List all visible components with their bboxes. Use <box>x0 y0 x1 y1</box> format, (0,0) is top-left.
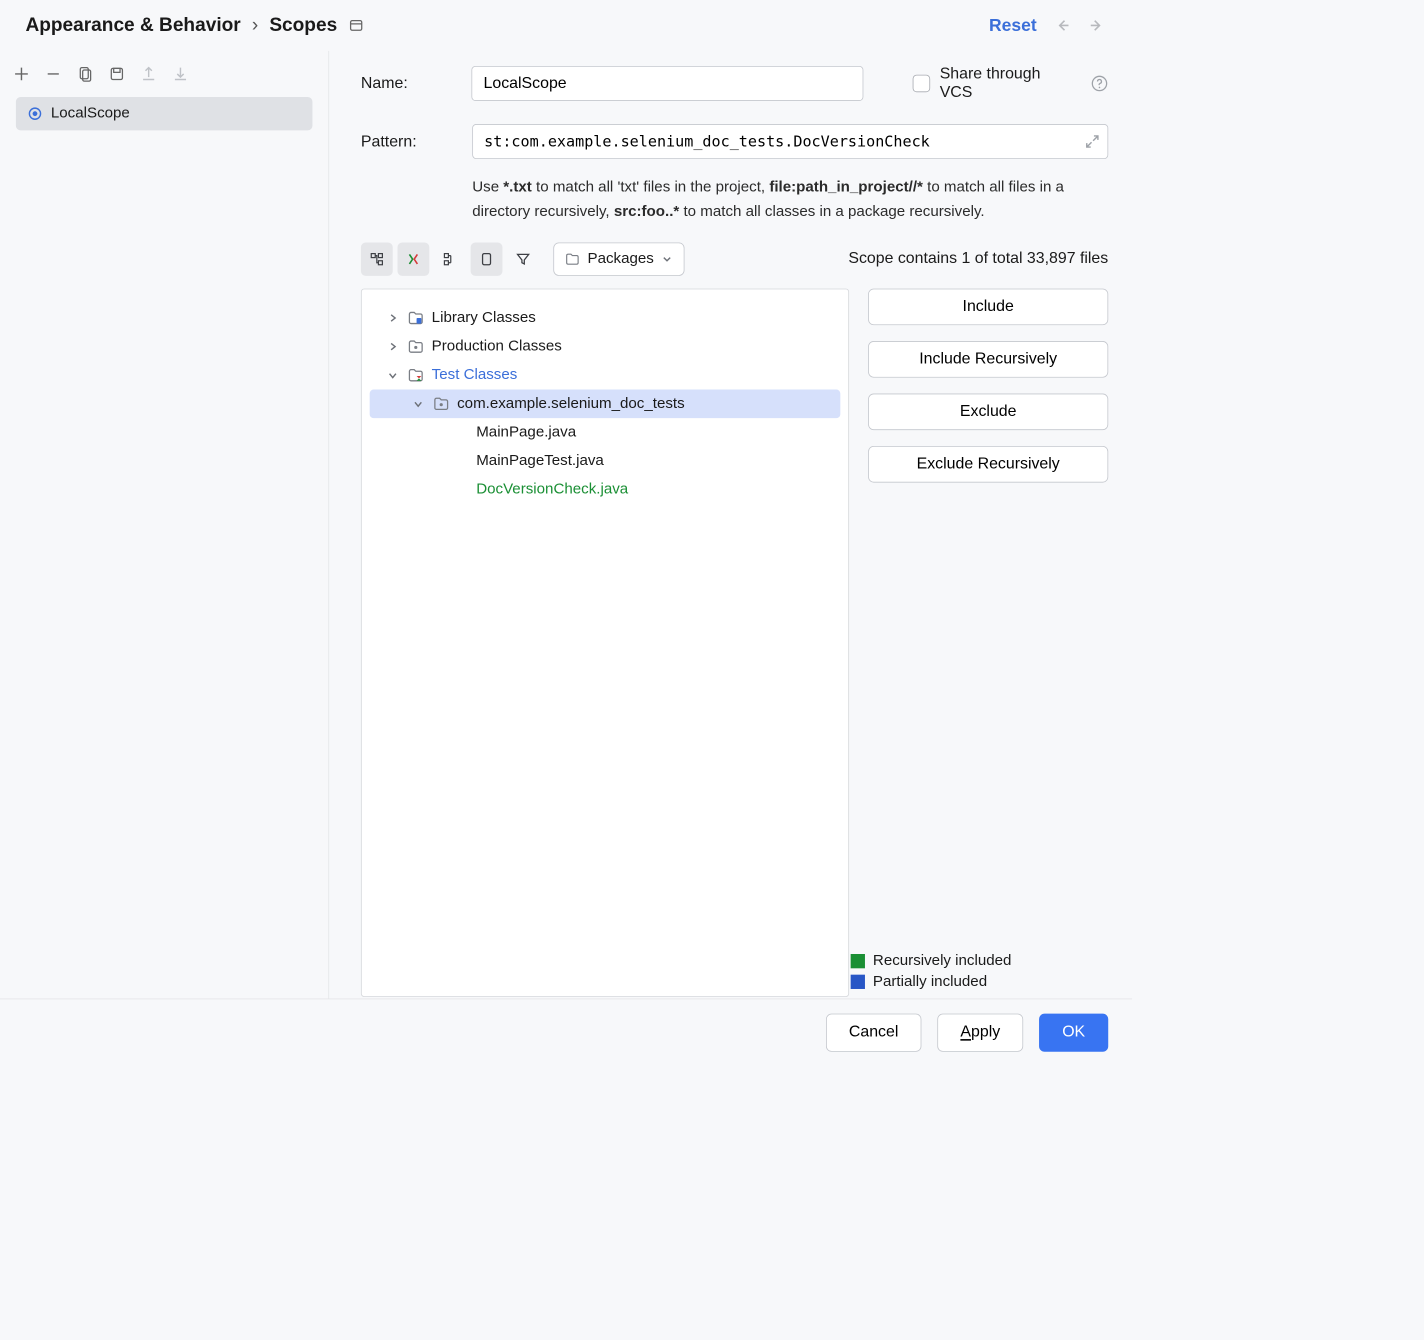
exclude-recursively-button[interactable]: Exclude Recursively <box>868 446 1108 483</box>
ok-button[interactable]: OK <box>1039 1013 1108 1051</box>
sidebar-item-label: LocalScope <box>51 105 130 122</box>
show-included-icon[interactable] <box>398 242 430 275</box>
copy-icon[interactable] <box>76 65 93 82</box>
expand-toggle-icon[interactable] <box>386 341 400 352</box>
folder-icon <box>433 396 449 412</box>
tree-row-label: MainPageTest.java <box>476 452 604 469</box>
legend-partial: Partially included <box>851 973 1080 990</box>
group-by-dropdown[interactable]: Packages <box>553 242 685 275</box>
apply-button[interactable]: Apply <box>937 1013 1023 1051</box>
tree-row[interactable]: com.example.selenium_doc_tests <box>370 389 841 418</box>
flatten-packages-icon[interactable] <box>434 242 466 275</box>
breadcrumb-leaf: Scopes <box>269 14 337 36</box>
cancel-button[interactable]: Cancel <box>826 1013 922 1051</box>
tree-row-label: Production Classes <box>432 338 562 355</box>
save-icon[interactable] <box>108 65 125 82</box>
tree-row-label: DocVersionCheck.java <box>476 481 628 498</box>
pattern-input[interactable] <box>472 124 1108 159</box>
window-icon[interactable] <box>348 17 364 33</box>
tree-row[interactable]: MainPageTest.java <box>370 447 841 476</box>
breadcrumb-root[interactable]: Appearance & Behavior <box>25 14 240 36</box>
nav-forward-icon[interactable] <box>1088 16 1107 35</box>
name-input[interactable] <box>472 66 864 101</box>
pattern-label: Pattern: <box>361 132 453 150</box>
nav-back-icon[interactable] <box>1053 16 1072 35</box>
folder-icon <box>565 252 579 266</box>
tree-row-label: Test Classes <box>432 366 518 383</box>
legend-recursive: Recursively included <box>851 952 1080 969</box>
add-icon[interactable] <box>13 65 30 82</box>
chevron-down-icon <box>662 253 673 264</box>
breadcrumb-separator: › <box>252 14 258 36</box>
expand-toggle-icon[interactable] <box>411 398 425 409</box>
tree-row[interactable]: MainPage.java <box>370 418 841 447</box>
include-button[interactable]: Include <box>868 288 1108 325</box>
tree-row[interactable]: DocVersionCheck.java <box>370 475 841 504</box>
folder-icon <box>408 367 424 383</box>
folder-icon <box>408 310 424 326</box>
pattern-hint: Use *.txt to match all 'txt' files in th… <box>472 175 1108 225</box>
sidebar: LocalScope <box>0 51 329 1005</box>
export-icon <box>140 65 157 82</box>
tree-panel[interactable]: Library Classes Production Classes Test Cl… <box>361 288 849 997</box>
help-icon[interactable] <box>1091 75 1108 92</box>
import-icon <box>172 65 189 82</box>
scope-icon <box>27 106 43 122</box>
tree-row[interactable]: Production Classes <box>370 332 841 361</box>
tree-row-label: MainPage.java <box>476 423 576 440</box>
show-files-icon[interactable] <box>471 242 503 275</box>
share-vcs-checkbox[interactable] <box>913 75 930 92</box>
reset-button[interactable]: Reset <box>989 15 1037 36</box>
exclude-button[interactable]: Exclude <box>868 393 1108 430</box>
remove-icon[interactable] <box>45 65 62 82</box>
tree-row-label: com.example.selenium_doc_tests <box>457 395 685 412</box>
expand-toggle-icon[interactable] <box>386 312 400 323</box>
sidebar-item-localscope[interactable]: LocalScope <box>16 97 313 130</box>
dropdown-label: Packages <box>588 250 654 267</box>
filter-icon[interactable] <box>507 242 539 275</box>
expand-toggle-icon[interactable] <box>386 369 400 380</box>
folder-icon <box>408 338 424 354</box>
include-recursively-button[interactable]: Include Recursively <box>868 341 1108 378</box>
tree-row[interactable]: Test Classes <box>370 361 841 390</box>
scope-status: Scope contains 1 of total 33,897 files <box>848 250 1108 268</box>
expand-icon[interactable] <box>1084 134 1100 150</box>
share-vcs-label: Share through VCS <box>940 65 1077 102</box>
tree-row[interactable]: Library Classes <box>370 303 841 332</box>
name-label: Name: <box>361 74 453 92</box>
tree-row-label: Library Classes <box>432 309 536 326</box>
breadcrumb: Appearance & Behavior › Scopes <box>25 14 364 36</box>
tree-view-icon[interactable] <box>361 242 393 275</box>
